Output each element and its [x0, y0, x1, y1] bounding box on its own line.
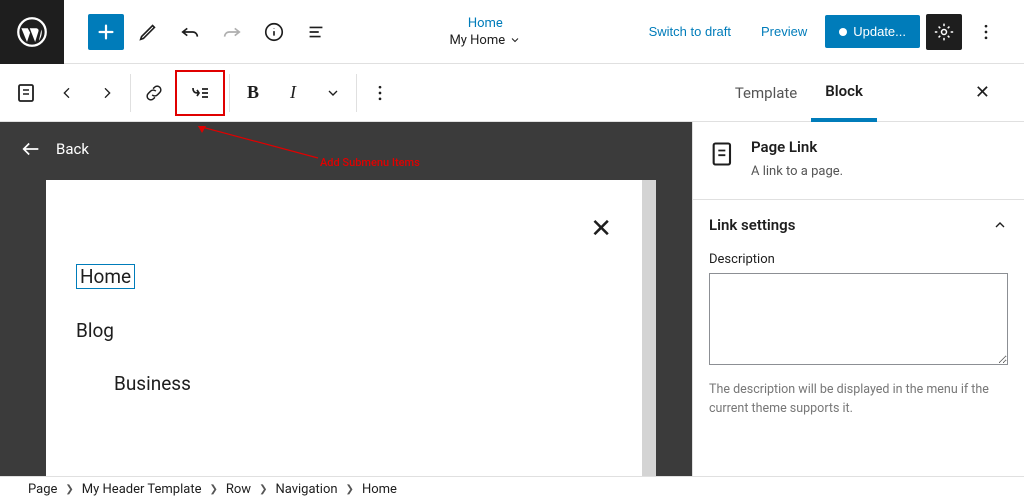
annotation-label: Add Submenu Items [320, 156, 420, 169]
switch-to-draft-button[interactable]: Switch to draft [637, 16, 743, 47]
nav-item-business[interactable]: Business [114, 372, 191, 395]
document-title[interactable]: My Home [449, 33, 521, 48]
top-bar: Home My Home Switch to draft Preview Upd… [0, 0, 1024, 64]
more-options-button[interactable] [968, 14, 1004, 50]
wordpress-logo[interactable] [0, 0, 64, 64]
block-options-button[interactable] [361, 74, 399, 112]
separator [130, 74, 131, 112]
settings-sidebar: Page Link A link to a page. Link setting… [692, 122, 1024, 476]
description-help: The description will be displayed in the… [709, 381, 1008, 419]
chevron-right-icon: ❯ [346, 484, 354, 495]
redo-button[interactable] [214, 14, 250, 50]
canvas-area: Back ✕ Home Blog Business [0, 122, 692, 476]
document-title-text: My Home [449, 33, 505, 48]
preview-button[interactable]: Preview [749, 16, 819, 47]
link-settings-panel: Link settings Description The descriptio… [693, 199, 1024, 435]
back-arrow-icon [20, 138, 42, 160]
editor-canvas[interactable]: ✕ Home Blog Business [46, 180, 656, 476]
link-button[interactable] [135, 74, 173, 112]
link-settings-title: Link settings [709, 216, 795, 234]
back-label: Back [56, 140, 89, 158]
top-right-actions: Switch to draft Preview Update... [637, 14, 1024, 50]
breadcrumb-item[interactable]: Home [362, 482, 397, 497]
top-left-tools [64, 14, 334, 50]
update-button-label: Update... [853, 24, 906, 39]
breadcrumb: Page ❯ My Header Template ❯ Row ❯ Navigatio… [0, 476, 1024, 502]
block-toolbar-left: B I [8, 70, 399, 116]
block-description: A link to a page. [751, 164, 843, 179]
description-label: Description [709, 252, 1008, 267]
italic-button[interactable]: I [274, 74, 312, 112]
move-left-button[interactable] [48, 74, 86, 112]
breadcrumb-item[interactable]: Page [28, 482, 57, 497]
sidebar-tabs: Template Block ✕ [721, 64, 998, 122]
page-link-block-icon[interactable] [8, 74, 46, 112]
document-title-area: Home My Home [334, 16, 637, 48]
bold-button[interactable]: B [234, 74, 272, 112]
page-link-icon [709, 140, 737, 168]
more-formatting-button[interactable] [314, 74, 352, 112]
tab-template[interactable]: Template [721, 66, 811, 120]
parent-link[interactable]: Home [468, 16, 503, 31]
chevron-right-icon: ❯ [209, 484, 217, 495]
link-settings-toggle[interactable]: Link settings [709, 216, 1008, 234]
breadcrumb-item[interactable]: Navigation [275, 482, 337, 497]
update-button[interactable]: Update... [825, 15, 920, 48]
chevron-up-icon [992, 217, 1008, 233]
separator [356, 74, 357, 112]
canvas-close-button[interactable]: ✕ [590, 214, 612, 244]
edit-tool-button[interactable] [130, 14, 166, 50]
close-panel-button[interactable]: ✕ [967, 78, 998, 107]
nav-item-blog[interactable]: Blog [76, 319, 114, 342]
add-submenu-button[interactable] [175, 70, 225, 116]
description-textarea[interactable] [709, 273, 1008, 365]
tab-block[interactable]: Block [811, 64, 877, 122]
nav-list: Home Blog Business [76, 264, 612, 395]
breadcrumb-item[interactable]: My Header Template [82, 482, 202, 497]
nav-item-home[interactable]: Home [76, 264, 135, 289]
undo-button[interactable] [172, 14, 208, 50]
info-button[interactable] [256, 14, 292, 50]
unsaved-dot-icon [839, 28, 847, 36]
add-block-button[interactable] [88, 14, 124, 50]
block-toolbar: B I Template Block ✕ [0, 64, 1024, 122]
settings-button[interactable] [926, 14, 962, 50]
chevron-right-icon: ❯ [65, 484, 73, 495]
block-header: Page Link A link to a page. [693, 122, 1024, 199]
block-title: Page Link [751, 138, 843, 156]
move-right-button[interactable] [88, 74, 126, 112]
list-view-button[interactable] [298, 14, 334, 50]
separator [229, 74, 230, 112]
breadcrumb-item[interactable]: Row [226, 482, 251, 497]
main-row: Back ✕ Home Blog Business Page Link A li… [0, 122, 1024, 476]
chevron-right-icon: ❯ [259, 484, 267, 495]
